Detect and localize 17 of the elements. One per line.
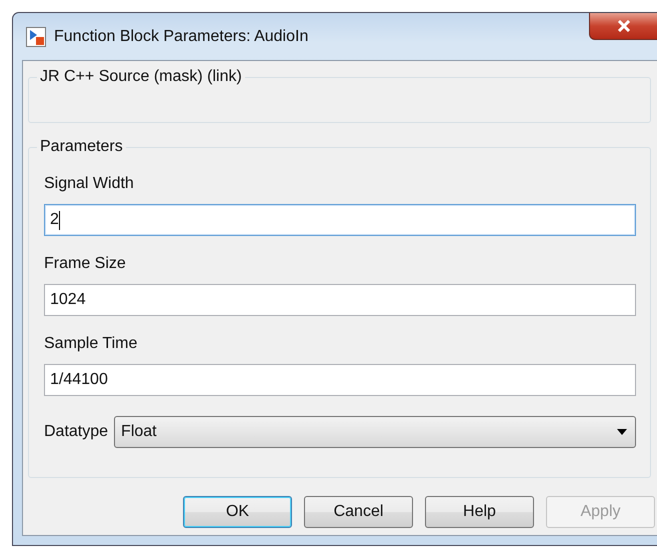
field-label: Signal Width	[44, 174, 135, 194]
field-label: Datatype	[44, 423, 108, 441]
field-label: Frame Size	[44, 254, 127, 274]
dropdown[interactable]: Float	[114, 416, 636, 448]
dialog-button[interactable]: OK	[183, 496, 292, 528]
window-title: Function Block Parameters: AudioIn	[54, 28, 308, 46]
dialog-button[interactable]: Cancel	[304, 496, 413, 528]
input-field[interactable]: 1/44100	[44, 364, 636, 396]
field-label: Sample Time	[44, 334, 138, 354]
dialog-button[interactable]: Help	[425, 496, 534, 528]
close-button[interactable]	[589, 13, 657, 40]
close-icon	[616, 20, 632, 32]
group-title: JR C++ Source (mask) (link)	[37, 67, 245, 87]
input-field[interactable]: 2	[44, 204, 636, 236]
caret-icon	[617, 429, 627, 435]
input-field[interactable]: 1024	[44, 284, 636, 316]
block-icon	[26, 26, 46, 46]
